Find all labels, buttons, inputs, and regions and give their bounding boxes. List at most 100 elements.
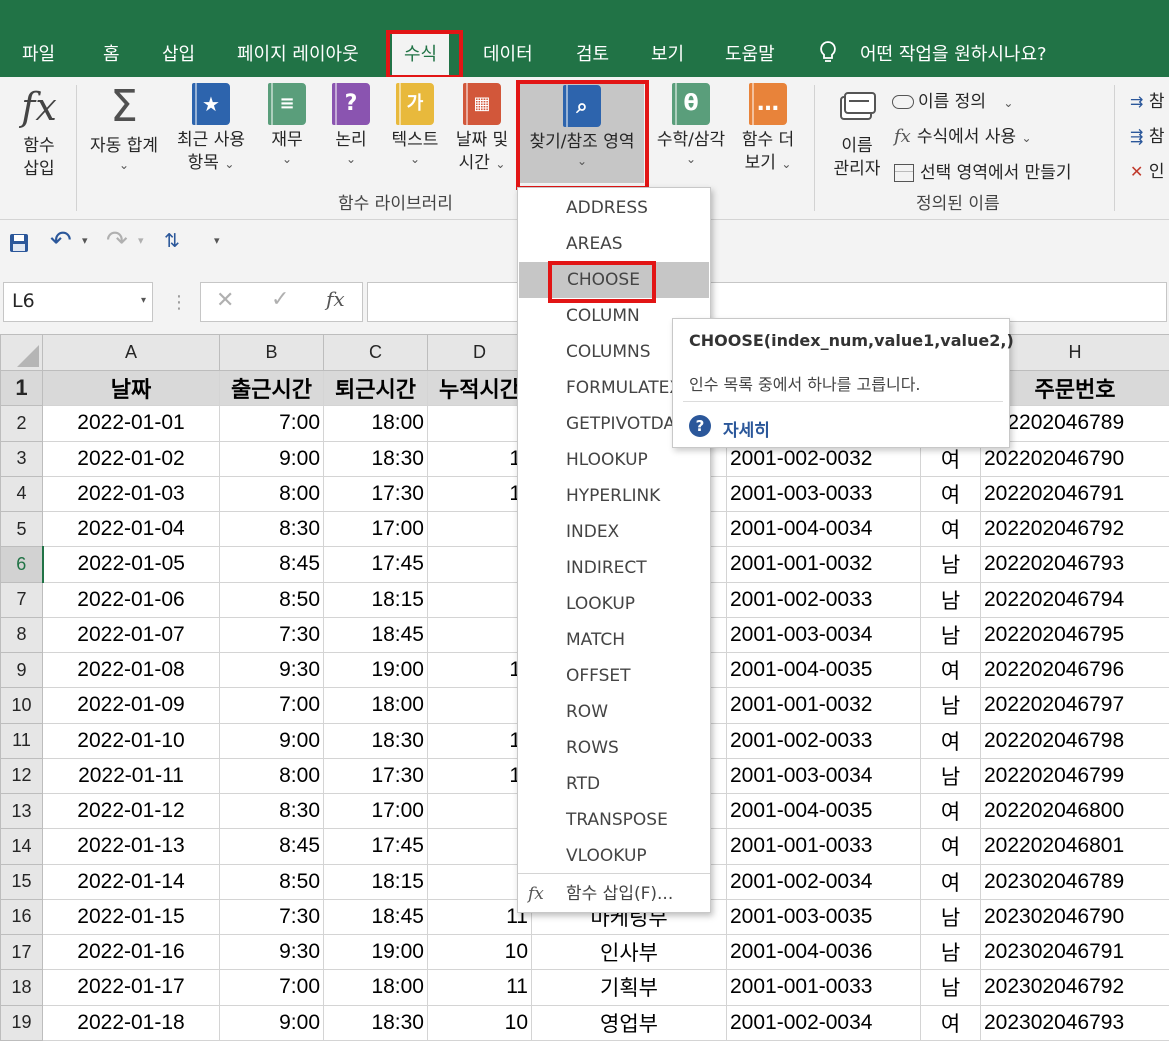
table-cell[interactable]: 남 — [920, 933, 981, 971]
table-cell[interactable]: 2022-01-11 — [42, 757, 220, 795]
table-cell[interactable]: 영업부 — [531, 1004, 727, 1041]
customize-qat-icon[interactable]: ▾ — [214, 234, 220, 247]
table-cell[interactable]: 2001-002-0034 — [726, 1004, 921, 1041]
row-header[interactable]: 19 — [0, 1004, 43, 1041]
table-cell[interactable]: 2022-01-16 — [42, 933, 220, 971]
table-cell[interactable]: 2001-004-0036 — [726, 933, 921, 971]
table-cell[interactable]: 8:50 — [219, 581, 324, 618]
table-cell[interactable] — [427, 863, 532, 900]
table-cell[interactable]: 10 — [427, 1004, 532, 1041]
table-cell[interactable] — [427, 546, 532, 583]
table-cell[interactable]: 2022-01-14 — [42, 863, 220, 900]
tab-file[interactable]: 파일 — [22, 40, 55, 66]
row-header[interactable]: 9 — [0, 651, 43, 689]
table-cell[interactable]: 202202046795 — [980, 616, 1169, 654]
row-header[interactable]: 2 — [0, 405, 43, 442]
table-cell[interactable]: 남 — [920, 616, 981, 654]
table-cell[interactable]: 2022-01-17 — [42, 969, 220, 1006]
table-cell[interactable]: 2001-004-0035 — [726, 792, 921, 830]
table-cell[interactable]: 2001-001-0033 — [726, 969, 921, 1006]
row-header[interactable]: 3 — [0, 440, 43, 477]
table-cell[interactable]: 7:30 — [219, 898, 324, 936]
table-cell[interactable]: 8:30 — [219, 792, 324, 830]
table-cell[interactable] — [427, 581, 532, 618]
table-cell[interactable]: 2001-001-0032 — [726, 687, 921, 724]
table-cell[interactable]: 8:45 — [219, 828, 324, 865]
table-cell[interactable]: 17:45 — [323, 546, 428, 583]
table-cell[interactable]: 1( — [427, 440, 532, 477]
menu-item-vlookup[interactable]: VLOOKUP — [518, 838, 710, 874]
table-header-cell[interactable]: 퇴근시간 — [323, 369, 428, 407]
table-cell[interactable]: 여 — [920, 863, 981, 900]
table-cell[interactable]: 9:30 — [219, 933, 324, 971]
table-cell[interactable]: 202202046794 — [980, 581, 1169, 618]
table-cell[interactable]: 202202046799 — [980, 757, 1169, 795]
table-cell[interactable]: 2001-004-0034 — [726, 510, 921, 548]
tab-insert[interactable]: 삽입 — [162, 40, 195, 66]
table-cell[interactable]: 2001-001-0033 — [726, 828, 921, 865]
table-cell[interactable]: 10 — [427, 933, 532, 971]
menu-item-rows[interactable]: ROWS — [518, 730, 710, 766]
table-cell[interactable]: 2022-01-04 — [42, 510, 220, 548]
menu-item-offset[interactable]: OFFSET — [518, 658, 710, 694]
row-header[interactable]: 15 — [0, 863, 43, 900]
menu-item-row[interactable]: ROW — [518, 694, 710, 730]
table-cell[interactable]: 17:45 — [323, 828, 428, 865]
table-cell[interactable]: 1( — [427, 475, 532, 513]
table-cell[interactable]: 8:00 — [219, 475, 324, 513]
menu-item-match[interactable]: MATCH — [518, 622, 710, 658]
table-cell[interactable]: 9:00 — [219, 722, 324, 759]
menu-item-areas[interactable]: AREAS — [518, 226, 710, 262]
table-cell[interactable]: 2022-01-09 — [42, 687, 220, 724]
menu-item-rtd[interactable]: RTD — [518, 766, 710, 802]
insert-function-icon[interactable]: fx — [326, 287, 345, 311]
table-cell[interactable]: 2001-003-0034 — [726, 757, 921, 795]
table-cell[interactable] — [427, 828, 532, 865]
table-cell[interactable]: 2022-01-08 — [42, 651, 220, 689]
trace-precedents-button[interactable]: ⇉ 참 — [1130, 87, 1164, 112]
help-icon[interactable]: ? — [689, 415, 711, 437]
row-header[interactable]: 10 — [0, 687, 43, 724]
table-cell[interactable] — [427, 510, 532, 548]
table-cell[interactable]: 남 — [920, 687, 981, 724]
table-cell[interactable]: 1( — [427, 757, 532, 795]
row-header[interactable]: 5 — [0, 510, 43, 548]
table-cell[interactable]: 17:30 — [323, 475, 428, 513]
table-cell[interactable]: 8:45 — [219, 546, 324, 583]
table-cell[interactable]: 2022-01-02 — [42, 440, 220, 477]
table-cell[interactable]: 여 — [920, 722, 981, 759]
table-cell[interactable]: 202302046792 — [980, 969, 1169, 1006]
table-cell[interactable]: 2022-01-01 — [42, 405, 220, 442]
redo-dropdown-icon[interactable]: ▾ — [138, 234, 144, 247]
menu-item-lookup[interactable]: LOOKUP — [518, 586, 710, 622]
table-cell[interactable]: 7:00 — [219, 969, 324, 1006]
row-header[interactable]: 11 — [0, 722, 43, 759]
table-cell[interactable]: 11 — [427, 898, 532, 936]
name-manager-button[interactable]: 이름 관리자 — [828, 83, 886, 181]
table-cell[interactable]: 18:15 — [323, 863, 428, 900]
table-cell[interactable]: 2001-003-0035 — [726, 898, 921, 936]
text-button[interactable]: 가 텍스트 ⌄ — [386, 83, 444, 166]
table-cell[interactable]: 9:30 — [219, 651, 324, 689]
tab-formulas[interactable]: 수식 — [392, 34, 450, 77]
table-cell[interactable]: 1( — [427, 722, 532, 759]
undo-icon[interactable]: ↶ — [50, 226, 72, 256]
date-time-button[interactable]: ▦ 날짜 및 시간 ⌄ — [450, 83, 514, 176]
tab-home[interactable]: 홈 — [103, 40, 120, 66]
table-cell[interactable]: 17:00 — [323, 510, 428, 548]
row-header[interactable]: 8 — [0, 616, 43, 654]
table-cell[interactable]: 기획부 — [531, 969, 727, 1006]
cancel-icon[interactable]: ✕ — [216, 288, 234, 313]
table-cell[interactable]: 남 — [920, 581, 981, 618]
table-cell[interactable] — [427, 792, 532, 830]
table-cell[interactable]: 인사부 — [531, 933, 727, 971]
menu-item-choose[interactable]: CHOOSE — [519, 262, 709, 298]
table-cell[interactable]: 18:30 — [323, 722, 428, 759]
table-cell[interactable]: 202302046790 — [980, 898, 1169, 936]
table-cell[interactable]: 202302046793 — [980, 1004, 1169, 1041]
row-header[interactable]: 16 — [0, 898, 43, 936]
row-header[interactable]: 14 — [0, 828, 43, 865]
menu-item-transpose[interactable]: TRANSPOSE — [518, 802, 710, 838]
remove-arrows-button[interactable]: ✕ 인 — [1130, 157, 1164, 182]
save-icon[interactable] — [8, 232, 30, 254]
